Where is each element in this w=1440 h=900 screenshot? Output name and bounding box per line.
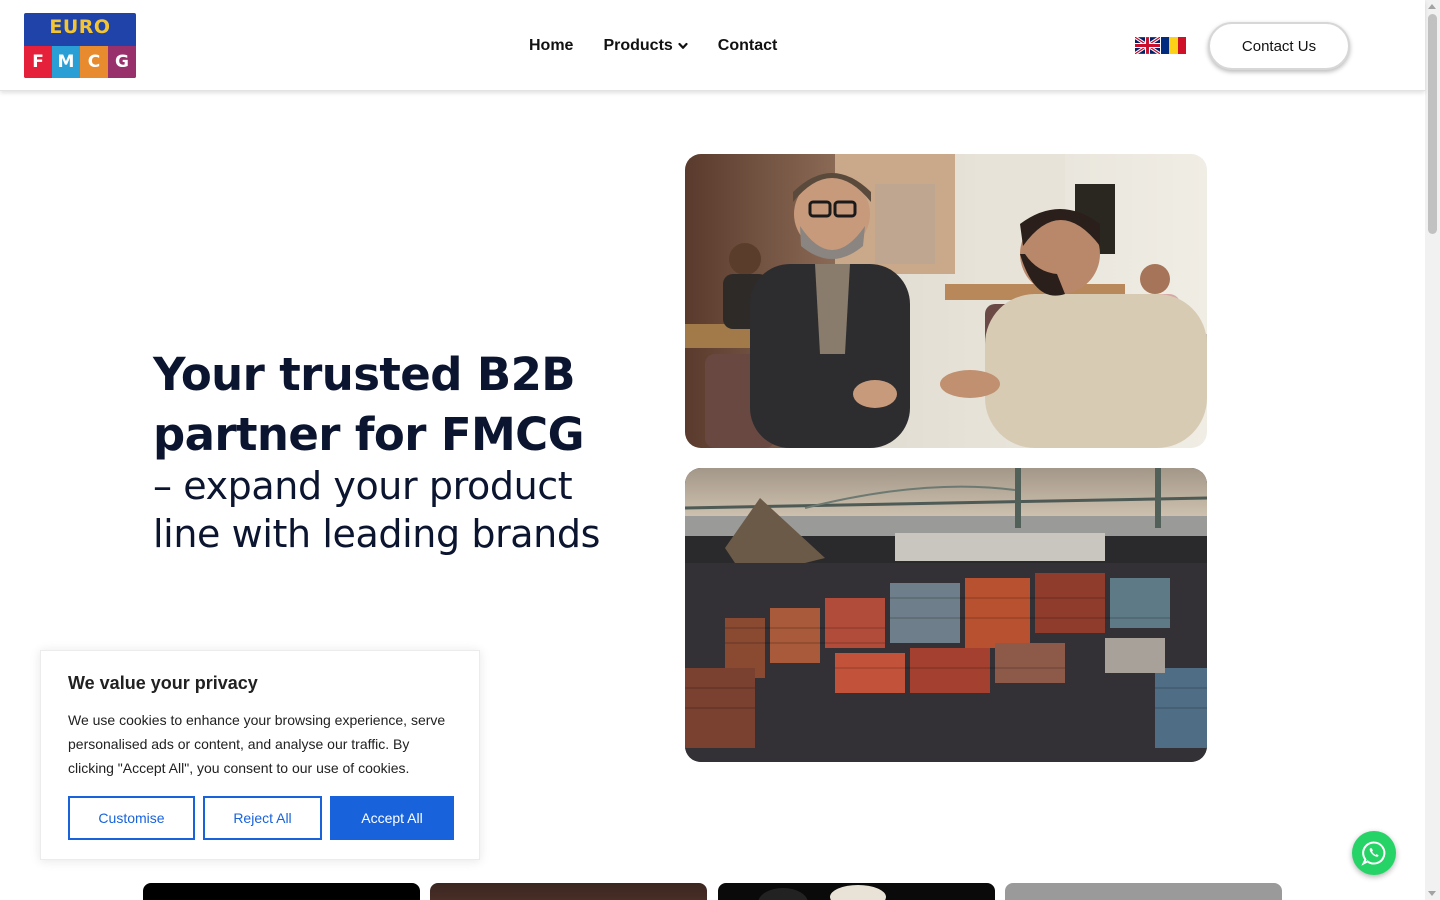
product-card[interactable]	[143, 883, 420, 900]
chevron-down-icon	[678, 42, 688, 49]
product-card[interactable]	[430, 883, 707, 900]
nav-item-products[interactable]: Products	[603, 35, 688, 57]
whatsapp-icon	[1361, 841, 1386, 866]
nav-item-label: Home	[529, 37, 574, 54]
site-header: EURO F M C G Home Products Contact Conta…	[0, 0, 1425, 91]
scroll-down-arrow[interactable]	[1428, 891, 1436, 896]
romania-flag-icon[interactable]	[1161, 37, 1186, 54]
business-meeting-photo	[685, 154, 1207, 448]
nav-item-label: Products	[603, 37, 673, 54]
product-card[interactable]	[718, 883, 995, 900]
hero-subtitle: – expand your product line with leading …	[153, 464, 600, 556]
logo[interactable]: EURO F M C G	[24, 13, 136, 78]
contact-us-button[interactable]: Contact Us	[1208, 22, 1350, 70]
logo-tile: C	[80, 46, 108, 78]
main-nav: Home Products Contact	[529, 35, 777, 57]
hero-title: Your trusted B2B partner for FMCG	[153, 348, 585, 461]
logo-tile: M	[52, 46, 80, 78]
scroll-thumb[interactable]	[1428, 14, 1437, 234]
customise-button[interactable]: Customise	[68, 796, 195, 840]
nav-item-home[interactable]: Home	[529, 35, 573, 57]
product-card[interactable]	[1005, 883, 1282, 900]
logo-top-text: EURO	[49, 16, 111, 38]
whatsapp-button[interactable]	[1352, 831, 1396, 875]
cookie-text: We use cookies to enhance your browsing …	[68, 712, 446, 776]
card-image	[758, 885, 886, 900]
logo-tile: G	[108, 46, 136, 78]
nav-item-contact[interactable]: Contact	[718, 35, 778, 57]
container-port-photo	[685, 468, 1207, 762]
cookie-title: We value your privacy	[68, 673, 258, 693]
accept-all-button[interactable]: Accept All	[330, 796, 454, 840]
scrollbar[interactable]	[1425, 0, 1440, 900]
logo-tiles: F M C G	[24, 46, 136, 78]
language-switcher	[1135, 37, 1186, 54]
reject-all-button[interactable]: Reject All	[203, 796, 322, 840]
nav-item-label: Contact	[717, 37, 778, 54]
cookie-banner: We value your privacy We use cookies to …	[40, 650, 480, 860]
uk-flag-icon[interactable]	[1135, 37, 1160, 54]
logo-tile: F	[24, 46, 52, 78]
scroll-up-arrow[interactable]	[1428, 4, 1436, 9]
